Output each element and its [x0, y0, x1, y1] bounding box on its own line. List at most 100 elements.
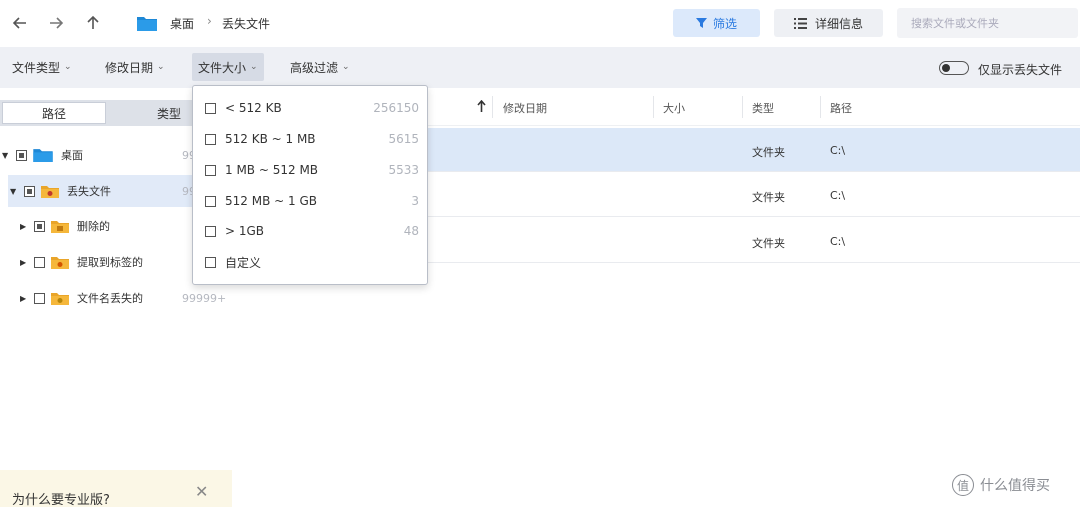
chevron-down-icon: ⌄ [157, 62, 165, 72]
size-option[interactable]: 512 KB ~ 1 MB 5615 [205, 125, 419, 153]
size-option-label: < 512 KB [225, 101, 282, 115]
sort-up-arrow-icon[interactable] [477, 100, 486, 112]
watermark-text: 什么值得买 [980, 478, 1050, 494]
size-option-label: 1 MB ~ 512 MB [225, 163, 319, 177]
size-option-count: 5533 [388, 163, 419, 177]
row-path: C:\ [830, 189, 846, 202]
chevron-down-icon: ⌄ [64, 62, 72, 72]
funnel-icon [695, 17, 707, 28]
breadcrumb-item-lost-files[interactable]: 丢失文件 [222, 15, 270, 32]
filter-button-label: 筛选 [712, 16, 737, 31]
file-type-dropdown[interactable]: 文件类型 ⌄ [6, 53, 78, 81]
folder-deleted-icon [51, 220, 69, 233]
chevron-down-icon: ⌄ [250, 62, 258, 72]
lost-only-toggle[interactable] [939, 61, 969, 75]
size-option-count: 256150 [373, 101, 419, 115]
advanced-filter-dropdown[interactable]: 高级过滤 ⌄ [284, 53, 356, 81]
tree-checkbox[interactable] [34, 256, 45, 268]
column-header-size[interactable]: 大小 [663, 100, 685, 116]
size-option-label: 512 KB ~ 1 MB [225, 132, 316, 146]
option-checkbox[interactable] [205, 133, 216, 145]
file-type-label: 文件类型 [12, 60, 61, 75]
up-arrow-icon [87, 15, 99, 29]
tree-item-name-lost[interactable]: ▶ 文件名丢失的 99999+ [0, 282, 232, 314]
watermark-logo-icon: 值 [952, 474, 974, 496]
caret-down-icon[interactable]: ▼ [10, 187, 20, 196]
tree-checkbox[interactable] [34, 292, 45, 304]
option-checkbox[interactable] [205, 225, 216, 237]
row-type: 文件夹 [752, 237, 785, 250]
close-icon[interactable]: ✕ [195, 482, 208, 501]
back-button[interactable] [8, 10, 32, 36]
details-button[interactable]: 详细信息 [774, 9, 883, 37]
folder-tag-icon [51, 256, 69, 269]
tree-checkbox[interactable] [24, 185, 35, 197]
tree-item-label: 丢失文件 [67, 185, 111, 198]
tree-item-label: 提取到标签的 [77, 256, 143, 269]
folder-lost-icon [41, 185, 59, 198]
chevron-down-icon: ⌄ [342, 62, 350, 72]
details-button-label: 详细信息 [814, 16, 863, 31]
tree-checkbox[interactable] [16, 149, 27, 161]
file-size-label: 文件大小 [198, 60, 247, 75]
caret-right-icon[interactable]: ▶ [20, 222, 30, 231]
folder-icon [33, 149, 53, 162]
folder-icon [137, 17, 157, 31]
tree-item-label: 文件名丢失的 [77, 292, 143, 305]
file-size-dropdown[interactable]: 文件大小 ⌄ [192, 53, 264, 81]
caret-right-icon[interactable]: ▶ [20, 258, 30, 267]
back-arrow-icon [12, 17, 26, 29]
caret-right-icon[interactable]: ▶ [20, 294, 30, 303]
column-divider[interactable] [492, 96, 493, 118]
tree-checkbox[interactable] [34, 220, 45, 232]
row-type: 文件夹 [752, 146, 785, 159]
list-icon [793, 17, 807, 29]
forward-arrow-icon [50, 17, 64, 29]
breadcrumb-separator-icon: › [207, 14, 212, 28]
row-type: 文件夹 [752, 191, 785, 204]
tab-path[interactable]: 路径 [2, 102, 106, 124]
up-button[interactable] [81, 10, 105, 36]
caret-down-icon[interactable]: ▼ [2, 151, 12, 160]
breadcrumb-item-desktop[interactable]: 桌面 [170, 15, 194, 32]
size-option-count: 5615 [388, 132, 419, 146]
column-header-path[interactable]: 路径 [830, 100, 852, 116]
size-option-label: > 1GB [225, 224, 265, 238]
forward-button[interactable] [44, 10, 68, 36]
option-checkbox[interactable] [205, 195, 216, 207]
size-option[interactable]: 512 MB ~ 1 GB 3 [205, 187, 419, 215]
size-option-count: 3 [411, 194, 419, 208]
search-input[interactable] [897, 8, 1078, 38]
upgrade-banner: 为什么要专业版? ✕ [0, 470, 232, 507]
option-checkbox[interactable] [205, 102, 216, 114]
tree-item-label: 桌面 [61, 149, 83, 162]
filter-button[interactable]: 筛选 [673, 9, 760, 37]
size-option-label: 自定义 [225, 255, 262, 270]
upgrade-banner-text[interactable]: 为什么要专业版? [12, 489, 110, 507]
size-option[interactable]: < 512 KB 256150 [205, 94, 419, 122]
filter-bar: 文件类型 ⌄ 修改日期 ⌄ 文件大小 ⌄ 高级过滤 ⌄ [0, 47, 1080, 88]
size-option-count: 48 [403, 224, 419, 238]
advanced-filter-label: 高级过滤 [290, 60, 339, 75]
column-divider[interactable] [742, 96, 743, 118]
folder-unknown-icon [51, 292, 69, 305]
watermark: 值 什么值得买 [952, 474, 1050, 496]
modified-date-dropdown[interactable]: 修改日期 ⌄ [99, 53, 171, 81]
column-header-modified[interactable]: 修改日期 [503, 100, 547, 116]
column-divider[interactable] [820, 96, 821, 118]
modified-date-label: 修改日期 [105, 60, 154, 75]
column-header-type[interactable]: 类型 [752, 100, 774, 116]
size-option-label: 512 MB ~ 1 GB [225, 194, 317, 208]
top-bar: 桌面 › 丢失文件 筛选 详细信息 [0, 0, 1080, 46]
column-divider[interactable] [653, 96, 654, 118]
option-checkbox[interactable] [205, 256, 216, 268]
tree-item-label: 删除的 [77, 220, 110, 233]
size-option[interactable]: > 1GB 48 [205, 217, 419, 245]
row-path: C:\ [830, 144, 846, 157]
size-option-custom[interactable]: 自定义 [205, 248, 419, 276]
tree-item-count: 99999+ [182, 291, 227, 305]
size-option[interactable]: 1 MB ~ 512 MB 5533 [205, 156, 419, 184]
lost-only-toggle-label: 仅显示丢失文件 [978, 63, 1063, 77]
row-path: C:\ [830, 235, 846, 248]
option-checkbox[interactable] [205, 164, 216, 176]
